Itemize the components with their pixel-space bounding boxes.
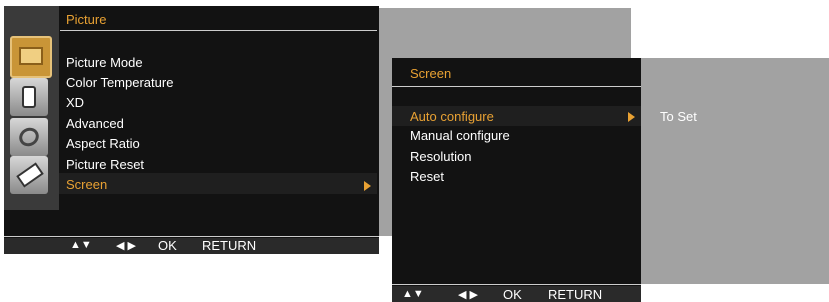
updown-arrows-icon: ▲▼: [70, 239, 92, 251]
menu-item-xd[interactable]: XD: [66, 95, 84, 110]
leftright-arrows-icon: ◀ ▶: [116, 240, 136, 252]
setup-icon[interactable]: [10, 156, 48, 194]
submenu-title-divider: [392, 86, 641, 87]
leftright-arrows-icon: ◀ ▶: [458, 289, 478, 301]
picture-icon[interactable]: [10, 36, 52, 78]
footer-return-label: RETURN: [202, 238, 257, 253]
footer-ok-label: OK: [158, 238, 177, 253]
submenu-item-resolution[interactable]: Resolution: [410, 149, 471, 164]
menu-item-color-temperature[interactable]: Color Temperature: [66, 75, 173, 90]
menu-item-advanced[interactable]: Advanced: [66, 116, 124, 131]
to-set-value[interactable]: To Set: [660, 109, 697, 124]
footer-ok-label: OK: [503, 287, 522, 302]
chevron-right-icon: [628, 112, 635, 122]
sound-icon[interactable]: [10, 78, 48, 116]
main-menu-footer: [4, 238, 379, 254]
time-icon[interactable]: [10, 118, 48, 156]
main-title-divider: [60, 30, 377, 31]
menu-item-screen[interactable]: Screen: [66, 177, 107, 192]
footer-return-label: RETURN: [548, 287, 603, 302]
main-menu-icon-column: [4, 6, 59, 210]
submenu-item-manual-configure[interactable]: Manual configure: [410, 128, 510, 143]
updown-arrows-icon: ▲▼: [402, 288, 424, 300]
menu-item-aspect-ratio[interactable]: Aspect Ratio: [66, 136, 140, 151]
sub-menu-value-panel: [641, 58, 829, 284]
submenu-item-auto-configure[interactable]: Auto configure: [410, 109, 494, 124]
submenu-footer-divider: [392, 284, 641, 285]
menu-item-picture-mode[interactable]: Picture Mode: [66, 55, 143, 70]
submenu-title: Screen: [410, 66, 452, 81]
chevron-right-icon: [364, 181, 371, 191]
menu-item-picture-reset[interactable]: Picture Reset: [66, 157, 144, 172]
main-footer-divider: [4, 236, 379, 237]
submenu-item-reset[interactable]: Reset: [410, 169, 444, 184]
main-osd-menu: [4, 6, 379, 254]
main-menu-title: Picture: [66, 12, 107, 27]
